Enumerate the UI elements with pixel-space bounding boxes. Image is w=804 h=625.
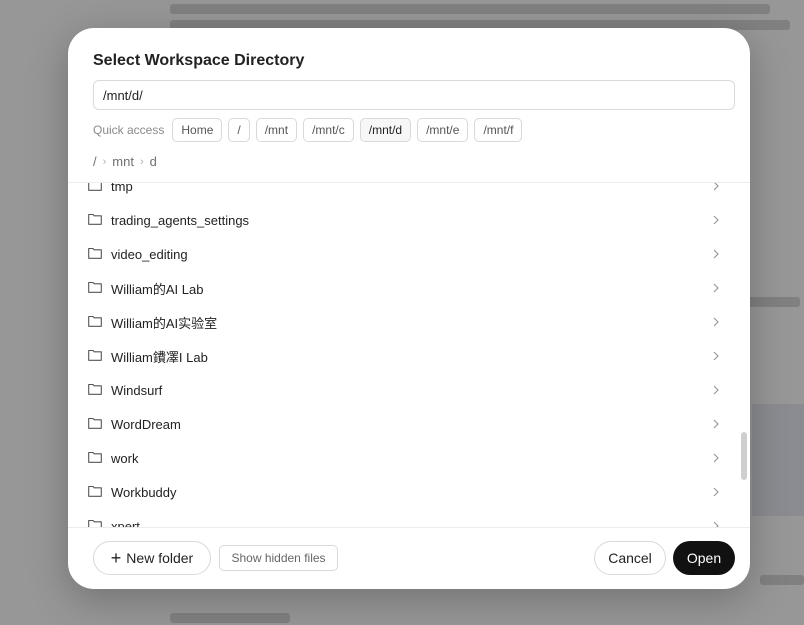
quick-access-bar: Quick access Home / /mnt /mnt/c /mnt/d /… [93, 118, 528, 142]
chevron-right-icon [713, 487, 719, 497]
folder-name: work [111, 450, 139, 466]
folder-icon [88, 213, 102, 225]
chevron-right-icon [713, 419, 719, 429]
folder-name: William的AI Lab [111, 281, 204, 297]
folder-name: xpert [111, 518, 140, 528]
new-folder-label: New folder [126, 550, 194, 566]
quick-access-chip-mnt-c[interactable]: /mnt/c [303, 118, 354, 142]
open-button[interactable]: Open [673, 541, 735, 575]
chevron-right-icon: › [102, 155, 107, 168]
divider [68, 527, 750, 528]
folder-row[interactable]: work [68, 441, 750, 475]
folder-icon [88, 451, 102, 463]
chevron-right-icon [713, 453, 719, 463]
dialog-title: Select Workspace Directory [93, 52, 305, 69]
quick-access-chip-mnt-d[interactable]: /mnt/d [359, 118, 412, 142]
breadcrumb-item-d[interactable]: d [150, 154, 157, 169]
folder-row[interactable]: William的AI Lab [68, 271, 750, 305]
chevron-right-icon [713, 351, 719, 361]
folder-icon [88, 183, 102, 191]
folder-list-scrollbar[interactable] [741, 432, 747, 480]
new-folder-button[interactable]: + New folder [93, 541, 211, 575]
chevron-right-icon [713, 215, 719, 225]
folder-row[interactable]: trading_agents_settings [68, 203, 750, 237]
folder-icon [88, 349, 102, 361]
quick-access-label: Quick access [93, 123, 165, 137]
folder-icon [88, 485, 102, 497]
folder-list[interactable]: tmp trading_agents_settings video_editin… [68, 183, 750, 527]
folder-icon [88, 247, 102, 259]
quick-access-chip-mnt-e[interactable]: /mnt/e [417, 118, 469, 142]
select-directory-dialog: Select Workspace Directory Quick access … [68, 28, 750, 589]
path-input[interactable] [93, 80, 735, 110]
folder-icon [88, 315, 102, 327]
quick-access-chip-mnt[interactable]: /mnt [255, 118, 298, 142]
plus-icon: + [110, 548, 122, 568]
folder-row[interactable]: Windsurf [68, 373, 750, 407]
chevron-right-icon [713, 385, 719, 395]
folder-row[interactable]: video_editing [68, 237, 750, 271]
folder-name: WordDream [111, 416, 181, 432]
show-hidden-files-button[interactable]: Show hidden files [219, 545, 338, 571]
folder-name: Windsurf [111, 382, 163, 398]
cancel-button[interactable]: Cancel [594, 541, 666, 575]
quick-access-chip-mnt-f[interactable]: /mnt/f [474, 118, 523, 142]
quick-access-chip-home[interactable]: Home [172, 118, 223, 142]
folder-name: Workbuddy [111, 484, 177, 500]
chevron-right-icon: › [139, 155, 144, 168]
folder-row[interactable]: Workbuddy [68, 475, 750, 509]
folder-row[interactable]: WordDream [68, 407, 750, 441]
folder-name: William的AI实验室 [111, 315, 218, 331]
chevron-right-icon [713, 521, 719, 527]
folder-name: video_editing [111, 246, 188, 262]
folder-row[interactable]: William的AI实验室 [68, 305, 750, 339]
quick-access-chip-root[interactable]: / [228, 118, 250, 142]
chevron-right-icon [713, 317, 719, 327]
folder-row[interactable]: William鐨凙I Lab [68, 339, 750, 373]
folder-icon [88, 519, 102, 527]
folder-name: William鐨凙I Lab [111, 349, 208, 365]
folder-row[interactable]: tmp [68, 183, 750, 203]
folder-icon [88, 417, 102, 429]
breadcrumb: / › mnt › d [93, 154, 157, 169]
breadcrumb-item-mnt[interactable]: mnt [112, 154, 134, 169]
breadcrumb-item-root[interactable]: / [93, 154, 97, 169]
folder-icon [88, 281, 102, 293]
folder-name: tmp [111, 183, 133, 194]
folder-name: trading_agents_settings [111, 212, 250, 228]
folder-row[interactable]: xpert [68, 509, 750, 527]
chevron-right-icon [713, 283, 719, 293]
folder-icon [88, 383, 102, 395]
chevron-right-icon [713, 183, 719, 191]
chevron-right-icon [713, 249, 719, 259]
